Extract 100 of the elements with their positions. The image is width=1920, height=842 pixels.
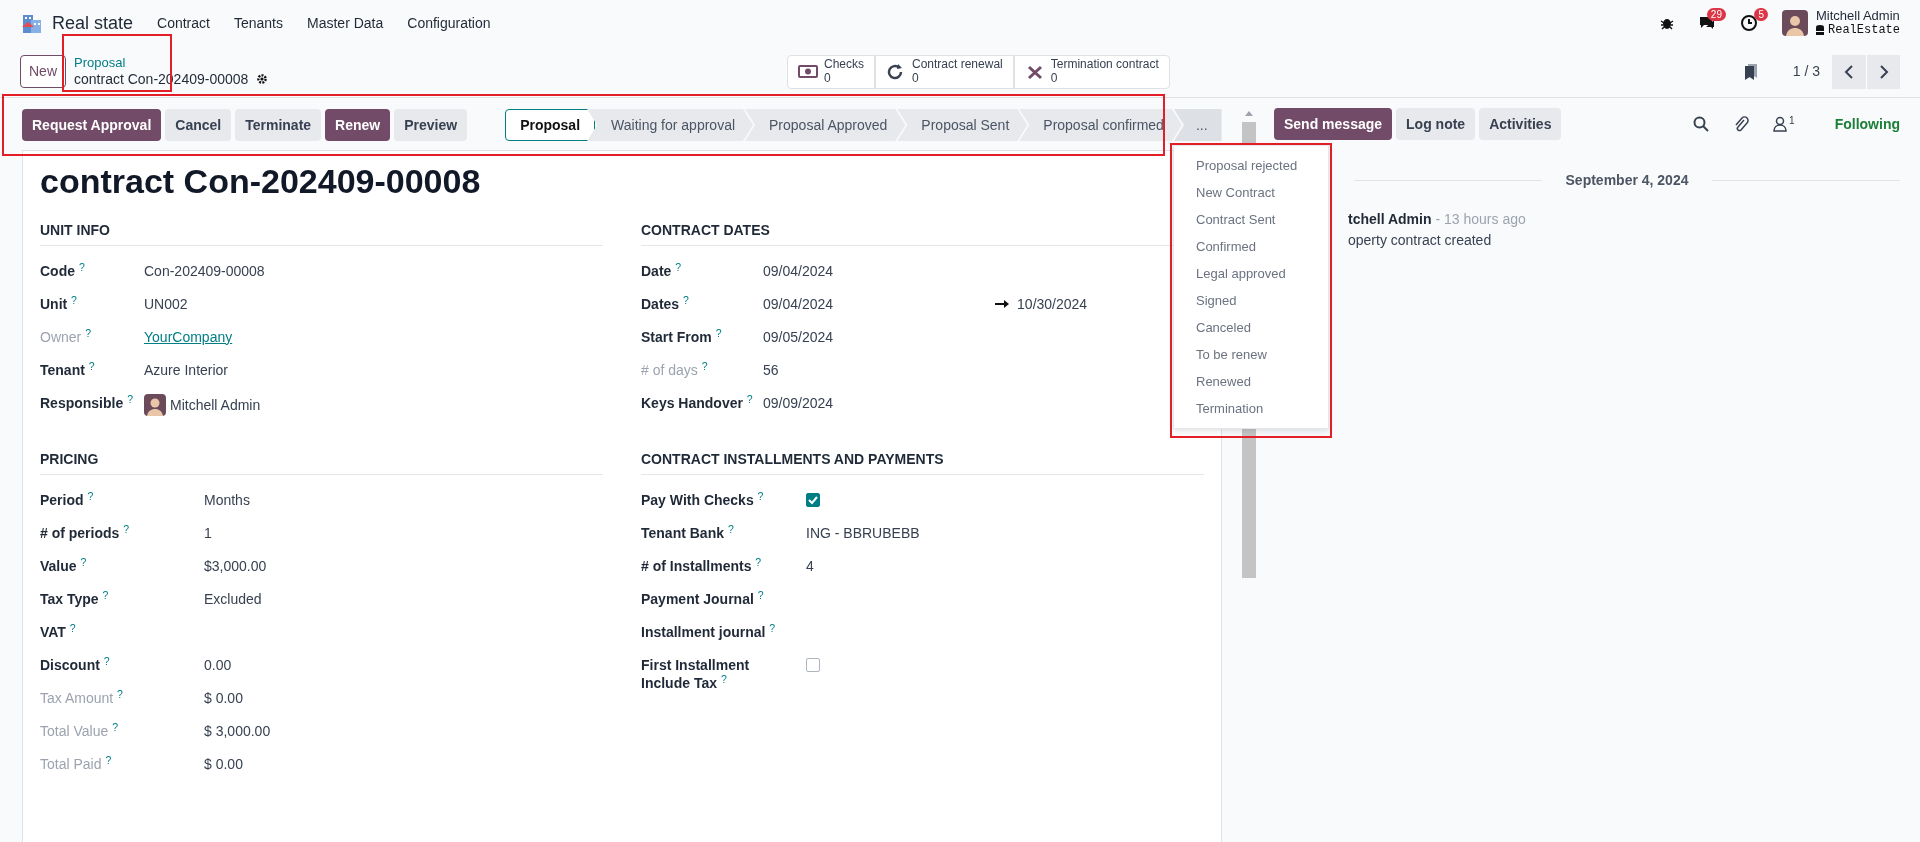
field-label: # of days $^{?}$ (641, 361, 708, 378)
field-value: 09/09/2024 (763, 393, 834, 412)
field-label: Tax Type $^{?}$ (40, 590, 109, 607)
field-value: 1 (204, 523, 212, 542)
field-label: VAT $^{?}$ (40, 623, 76, 640)
field-value: 09/04/2024 (763, 261, 834, 280)
user-avatar[interactable] (1782, 10, 1808, 36)
bookmark-icon[interactable] (1744, 63, 1757, 80)
field-value: $ 3,000.00 (204, 721, 271, 740)
chatter-button[interactable]: Send message (1274, 108, 1393, 140)
field-label: Date $^{?}$ (641, 262, 682, 279)
arrow-right-icon (995, 299, 1010, 308)
section-heading: UNIT INFO (40, 219, 603, 246)
status-step[interactable]: Proposal (505, 109, 596, 141)
field-label: Pay With Checks $^{?}$ (641, 490, 764, 509)
field-label: First Installment Include Tax $^{?}$ (641, 655, 751, 693)
dropdown-item[interactable]: Signed (1174, 287, 1328, 314)
field-label: Owner $^{?}$ (40, 328, 91, 345)
action-button[interactable]: Renew (325, 109, 391, 141)
field-value: Azure Interior (144, 360, 229, 379)
message-author[interactable]: tchell Admin (1348, 209, 1432, 230)
status-step[interactable]: Proposal confirmed (1019, 109, 1182, 141)
field-label: Dates $^{?}$ (641, 295, 689, 312)
chevron-right-icon (1878, 64, 1889, 79)
field-value: 09/05/2024 (763, 327, 834, 346)
more-steps-button[interactable]: ... (1173, 109, 1222, 141)
breadcrumb-link[interactable]: Proposal (74, 55, 269, 71)
follower-count: 1 (1789, 116, 1795, 126)
field-value: 56 (763, 360, 779, 379)
database-icon (1816, 25, 1824, 36)
chatter-button[interactable]: Log note (1396, 108, 1476, 140)
field-label: # of Installments $^{?}$ (641, 556, 762, 575)
dropdown-item[interactable]: Proposal rejected (1174, 152, 1328, 179)
dropdown-item[interactable]: New Contract (1174, 179, 1328, 206)
field-value: 0.00 (204, 655, 232, 674)
field-label: Total Value $^{?}$ (40, 722, 118, 739)
action-button[interactable]: Preview (394, 109, 468, 141)
chevron-left-icon (1844, 64, 1854, 79)
chatter-button[interactable]: Activities (1479, 108, 1562, 140)
app-name[interactable]: Real state (52, 9, 134, 37)
field-label: Value $^{?}$ (40, 557, 87, 574)
avatar-icon (144, 393, 166, 416)
menu-item[interactable]: Configuration (407, 12, 491, 34)
dropdown-item[interactable]: To be renew (1174, 341, 1328, 368)
field-label: Total Paid $^{?}$ (40, 755, 112, 772)
status-step[interactable]: Waiting for approval (587, 109, 754, 141)
action-button[interactable]: Request Approval (22, 109, 162, 141)
dropdown-item[interactable]: Termination (1174, 395, 1328, 422)
dropdown-item[interactable]: Renewed (1174, 368, 1328, 395)
stat-button[interactable]: Checks 0 (787, 54, 875, 89)
pager-value[interactable]: 1 / 3 (1792, 61, 1820, 82)
field-value: 10/30/2024 (1017, 294, 1088, 313)
field-value: 09/04/2024 (763, 294, 834, 313)
status-step[interactable]: Proposal Sent (897, 109, 1028, 141)
next-button[interactable] (1866, 54, 1900, 89)
action-button[interactable]: Cancel (165, 109, 232, 141)
dropdown-item[interactable]: Canceled (1174, 314, 1328, 341)
money-icon (798, 62, 818, 81)
field-value: ING - BBRUBEBB (806, 523, 920, 542)
field-value: $ 0.00 (204, 754, 243, 773)
field-value: Months (204, 490, 250, 509)
menu-item[interactable]: Master Data (307, 12, 384, 34)
action-button[interactable]: Terminate (235, 109, 322, 141)
field-label: Unit $^{?}$ (40, 295, 77, 312)
new-button[interactable]: New (20, 55, 66, 88)
checkbox[interactable] (806, 492, 820, 507)
message-body: operty contract created (1348, 231, 1493, 250)
following-button[interactable]: Following (1834, 113, 1900, 135)
menu-item[interactable]: Tenants (233, 12, 283, 34)
search-icon[interactable] (1693, 116, 1710, 132)
user-name[interactable]: Mitchell Admin (1816, 9, 1900, 24)
dropdown-item[interactable]: Contract Sent (1174, 206, 1328, 233)
field-value: 4 (806, 556, 814, 575)
bug-icon[interactable] (1660, 16, 1674, 30)
field-label: Tax Amount $^{?}$ (40, 689, 123, 706)
dropdown-item[interactable]: Confirmed (1174, 233, 1328, 260)
field-label: Keys Handover $^{?}$ (641, 394, 753, 411)
person-icon[interactable] (1773, 116, 1788, 132)
stat-button[interactable]: Contract renewal 0 (875, 54, 1014, 89)
gear-icon[interactable] (256, 73, 269, 86)
field-value: Excluded (204, 589, 262, 608)
field-link[interactable]: YourCompany (144, 327, 233, 346)
checkbox[interactable] (806, 657, 820, 672)
menu-item[interactable]: Contract (157, 12, 210, 34)
status-step[interactable]: Proposal Approved (745, 109, 906, 141)
previous-button[interactable] (1832, 54, 1866, 89)
paperclip-icon[interactable] (1733, 116, 1750, 132)
field-value: $3,000.00 (204, 556, 267, 575)
field-label: Responsible $^{?}$ (40, 394, 133, 411)
field-value: Con-202409-00008 (144, 261, 265, 280)
field-label: Start From $^{?}$ (641, 328, 722, 345)
count-badge: 29 (1706, 8, 1726, 21)
field-value: $ 0.00 (204, 688, 243, 707)
clock-icon[interactable] (1740, 14, 1758, 32)
count-badge: 5 (1754, 8, 1768, 21)
section-heading: PRICING (40, 448, 603, 475)
stat-button[interactable]: Termination contract 0 (1013, 54, 1170, 89)
field-label: Code $^{?}$ (40, 262, 85, 279)
field-label: Tenant Bank $^{?}$ (641, 523, 734, 542)
dropdown-item[interactable]: Legal approved (1174, 260, 1328, 287)
